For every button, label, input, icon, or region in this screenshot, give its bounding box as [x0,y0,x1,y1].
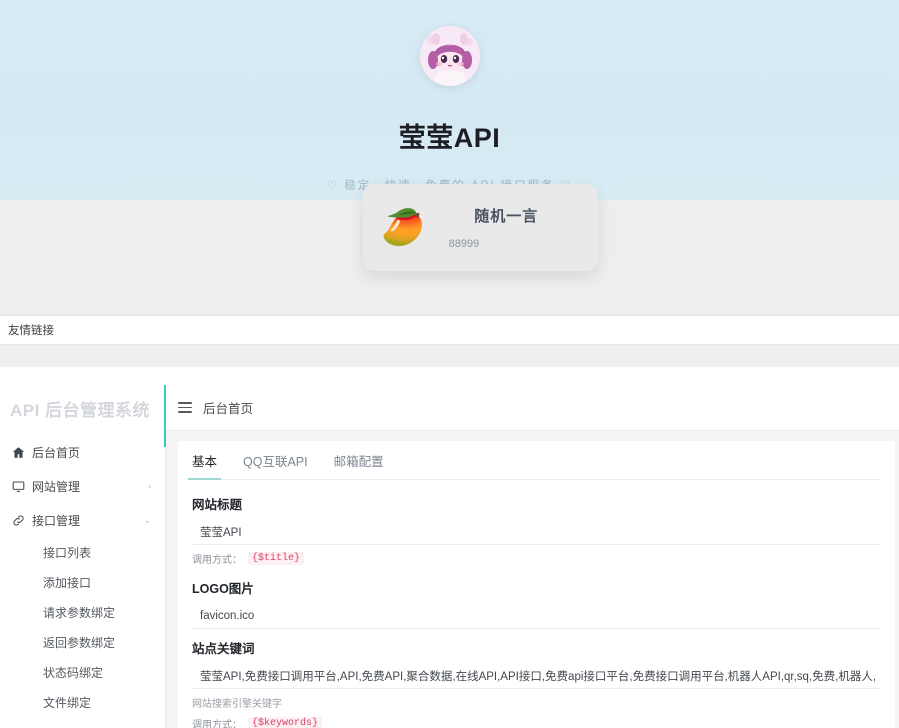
section-gap [0,367,899,385]
keywords-input[interactable]: 莹莹API,免费接口调用平台,API,免费API,聚合数据,在线API,API接… [192,664,881,689]
sidebar-item-api-management-label: 接口管理 [32,513,81,528]
sidebar-item-home[interactable]: 后台首页 [0,435,165,469]
field-label-site-title: 网站标题 [192,498,243,512]
admin-panel: API 后台管理系统 后台首页 网站管理 › 接口管理 ⌄ 接口列表 添加接口 … [0,385,899,728]
quote-card-body: 随机一言 88999 [439,205,580,250]
usage-prefix: 调用方式： [192,720,242,728]
site-title-code: {$title} [248,552,305,565]
sidebar: API 后台管理系统 后台首页 网站管理 › 接口管理 ⌄ 接口列表 添加接口 … [0,385,166,728]
card-strip: 🥭 随机一言 88999 [0,184,899,315]
keywords-code: {$keywords} [248,717,323,728]
settings-tabs: 基本 QQ互联API 邮箱配置 [187,441,881,480]
sidebar-subitem-request-params[interactable]: 请求参数绑定 [0,597,165,627]
field-label-keywords: 站点关键词 [192,642,255,656]
chevron-down-icon: ⌄ [143,514,151,525]
admin-main: 后台首页 基本 QQ互联API 邮箱配置 网站标题 莹莹API 调用方式： {$… [166,385,899,728]
chevron-right-icon: › [148,481,151,491]
settings-panel: 基本 QQ互联API 邮箱配置 网站标题 莹莹API 调用方式： {$title… [178,441,895,728]
sidebar-item-api-management[interactable]: 接口管理 ⌄ [0,503,165,537]
link-icon [12,514,32,527]
keywords-hint: 网站搜索引擎关键字 [192,699,282,710]
sidebar-subitem-file-binding[interactable]: 文件绑定 [0,687,165,717]
keywords-usage: 调用方式： {$keywords} [192,716,881,728]
friend-links-label: 友情链接 [8,325,54,337]
home-icon [12,446,32,459]
sidebar-item-site-management-label: 网站管理 [32,479,81,494]
usage-prefix: 调用方式： [192,555,242,566]
admin-topbar: 后台首页 [166,385,899,431]
site-title-input[interactable]: 莹莹API [192,520,881,545]
tab-qq-api[interactable]: QQ互联API [243,451,308,479]
hamburger-icon[interactable] [178,402,192,413]
avatar-image [419,26,480,86]
field-label-logo: LOGO图片 [192,582,254,596]
quote-card-count: 88999 [448,238,480,250]
sidebar-subitem-api-list[interactable]: 接口列表 [0,537,165,567]
sidebar-subitem-response-params[interactable]: 返回参数绑定 [0,627,165,657]
monitor-icon [12,480,32,493]
mango-icon: 🥭 [381,208,425,247]
page-title: 莹莹API [398,123,501,153]
sidebar-brand: API 后台管理系统 [10,400,151,420]
breadcrumb: 后台首页 [203,402,254,416]
sidebar-item-site-management[interactable]: 网站管理 › [0,469,165,503]
logo-input[interactable]: favicon.ico [192,604,881,629]
tab-basic[interactable]: 基本 [187,451,222,480]
sidebar-menu: 后台首页 网站管理 › 接口管理 ⌄ 接口列表 添加接口 请求参数绑定 返回参数… [0,431,165,717]
friend-links-bar: 友情链接 [0,315,899,345]
footer-strip [0,345,899,367]
content-area: 基本 QQ互联API 邮箱配置 网站标题 莹莹API 调用方式： {$title… [166,431,899,728]
settings-form: 网站标题 莹莹API 调用方式： {$title} LOGO图片 favicon… [192,480,881,728]
sidebar-item-home-label: 后台首页 [32,445,81,460]
tab-email-config[interactable]: 邮箱配置 [334,451,384,479]
sidebar-subitem-add-api[interactable]: 添加接口 [0,567,165,597]
site-title-usage: 调用方式： {$title} [192,551,881,566]
avatar [419,26,480,86]
quote-card[interactable]: 🥭 随机一言 88999 [363,184,598,271]
site-banner: 莹莹API ♡ 稳定、快速、免费的 API 接口服务 ♡ [0,0,899,200]
sidebar-subitem-status-codes[interactable]: 状态码绑定 [0,657,165,687]
quote-card-title: 随机一言 [474,208,539,225]
